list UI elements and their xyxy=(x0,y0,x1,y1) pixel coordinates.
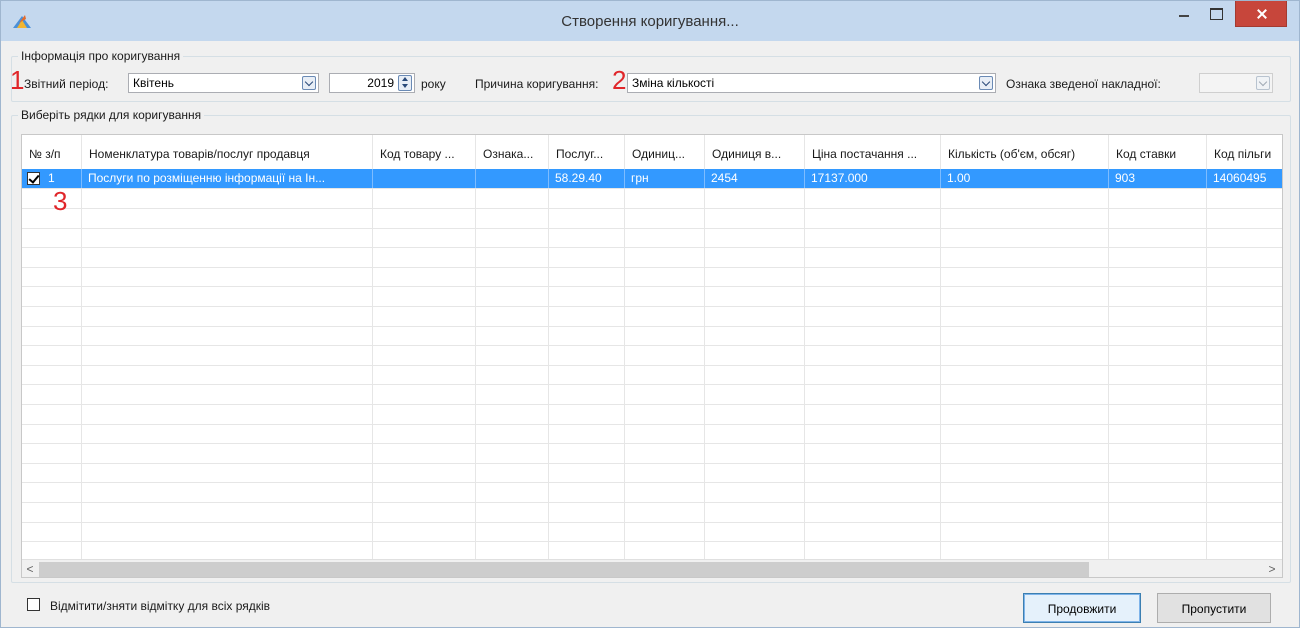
unit-cell: грн xyxy=(625,169,705,188)
summary-invoice-label: Ознака зведеної накладної: xyxy=(1006,77,1161,91)
summary-invoice-select xyxy=(1199,73,1273,93)
period-select-value: Квітень xyxy=(133,76,174,90)
column-header-benefit-code[interactable]: Код пільги xyxy=(1207,135,1282,169)
window-title: Створення коригування... xyxy=(561,13,739,30)
annotation-marker-2: 2 xyxy=(612,65,627,95)
empty-grid-row xyxy=(22,267,1282,287)
year-spinner[interactable]: 2019 xyxy=(329,73,415,93)
continue-button[interactable]: Продовжити xyxy=(1023,593,1141,623)
empty-grid-row xyxy=(22,287,1282,307)
empty-grid-row xyxy=(22,346,1282,366)
close-button[interactable] xyxy=(1235,1,1287,27)
reason-label: Причина коригування: xyxy=(475,77,599,91)
empty-grid-row xyxy=(22,326,1282,346)
empty-grid-row xyxy=(22,228,1282,248)
annotation-marker-3: 3 xyxy=(53,186,68,216)
service-cell: 58.29.40 xyxy=(549,169,625,188)
skip-button[interactable]: Пропустити xyxy=(1157,593,1271,623)
grid-header: № з/п Номенклатура товарів/послуг продав… xyxy=(22,135,1282,169)
rate-code-cell: 903 xyxy=(1109,169,1207,188)
year-suffix-label: року xyxy=(421,77,446,91)
empty-grid-row xyxy=(22,483,1282,503)
table-row[interactable]: 1 Послуги по розміщенню інформації на Ін… xyxy=(22,169,1282,189)
empty-grid-row xyxy=(22,307,1282,327)
column-header-service[interactable]: Послуг... xyxy=(549,135,625,169)
reason-select-value: Зміна кількості xyxy=(632,76,715,90)
rows-selection-caption: Виберіть рядки для коригування xyxy=(18,108,205,122)
row-checkbox[interactable] xyxy=(27,172,40,185)
empty-grid-row xyxy=(22,385,1282,405)
quantity-cell: 1.00 xyxy=(941,169,1109,188)
select-all-label[interactable]: Відмітити/зняти відмітку для всіх рядків xyxy=(50,599,270,613)
empty-grid-row xyxy=(22,424,1282,444)
dialog-window: Створення коригування... Інформація про … xyxy=(0,0,1300,628)
reason-select[interactable]: Зміна кількості xyxy=(627,73,996,93)
empty-grid-row xyxy=(22,405,1282,425)
chevron-down-icon[interactable] xyxy=(979,76,993,90)
column-header-sign[interactable]: Ознака... xyxy=(476,135,549,169)
year-spinner-value: 2019 xyxy=(367,76,394,90)
column-header-rate-code[interactable]: Код ставки xyxy=(1109,135,1207,169)
maximize-button[interactable] xyxy=(1201,1,1231,27)
column-header-quantity[interactable]: Кількість (об'єм, обсяг) xyxy=(941,135,1109,169)
empty-grid-row xyxy=(22,365,1282,385)
title-bar[interactable]: Створення коригування... xyxy=(1,1,1299,41)
empty-grid-row xyxy=(22,540,1282,560)
empty-grid-row xyxy=(22,522,1282,542)
correction-rows-grid[interactable]: № з/п Номенклатура товарів/послуг продав… xyxy=(21,134,1283,578)
correction-info-caption: Інформація про коригування xyxy=(18,49,184,63)
annotation-marker-1: 1 xyxy=(10,65,25,95)
minimize-button[interactable] xyxy=(1169,1,1199,27)
chevron-down-icon xyxy=(1256,76,1270,90)
chevron-down-icon[interactable] xyxy=(302,76,316,90)
empty-grid-row xyxy=(22,189,1282,209)
spin-updown-icon[interactable] xyxy=(398,75,412,91)
scroll-right-icon[interactable]: > xyxy=(1265,562,1279,577)
period-select[interactable]: Квітень xyxy=(128,73,319,93)
column-header-nomenclature[interactable]: Номенклатура товарів/послуг продавця xyxy=(82,135,373,169)
select-all-checkbox[interactable] xyxy=(27,598,40,611)
column-header-price[interactable]: Ціна постачання ... xyxy=(805,135,941,169)
column-header-unit[interactable]: Одиниц... xyxy=(625,135,705,169)
sign-cell xyxy=(476,169,549,188)
benefit-code-cell: 14060495 xyxy=(1213,171,1267,185)
period-label: Звітний період: xyxy=(24,77,109,91)
scrollbar-thumb[interactable] xyxy=(39,562,1089,577)
product-code-cell xyxy=(373,169,476,188)
empty-grid-row xyxy=(22,444,1282,464)
empty-grid-row xyxy=(22,248,1282,268)
unit-code-cell: 2454 xyxy=(705,169,805,188)
column-header-number[interactable]: № з/п xyxy=(22,135,82,169)
horizontal-scrollbar[interactable]: < > xyxy=(22,559,1282,577)
column-header-product-code[interactable]: Код товару ... xyxy=(373,135,476,169)
price-cell: 17137.000 xyxy=(805,169,941,188)
column-header-unit-code[interactable]: Одиниця в... xyxy=(705,135,805,169)
scroll-left-icon[interactable]: < xyxy=(23,562,37,577)
empty-grid-row xyxy=(22,209,1282,229)
empty-grid-row xyxy=(22,463,1282,483)
empty-grid-row xyxy=(22,503,1282,523)
nomenclature-cell: Послуги по розміщенню інформації на Ін..… xyxy=(82,169,373,188)
